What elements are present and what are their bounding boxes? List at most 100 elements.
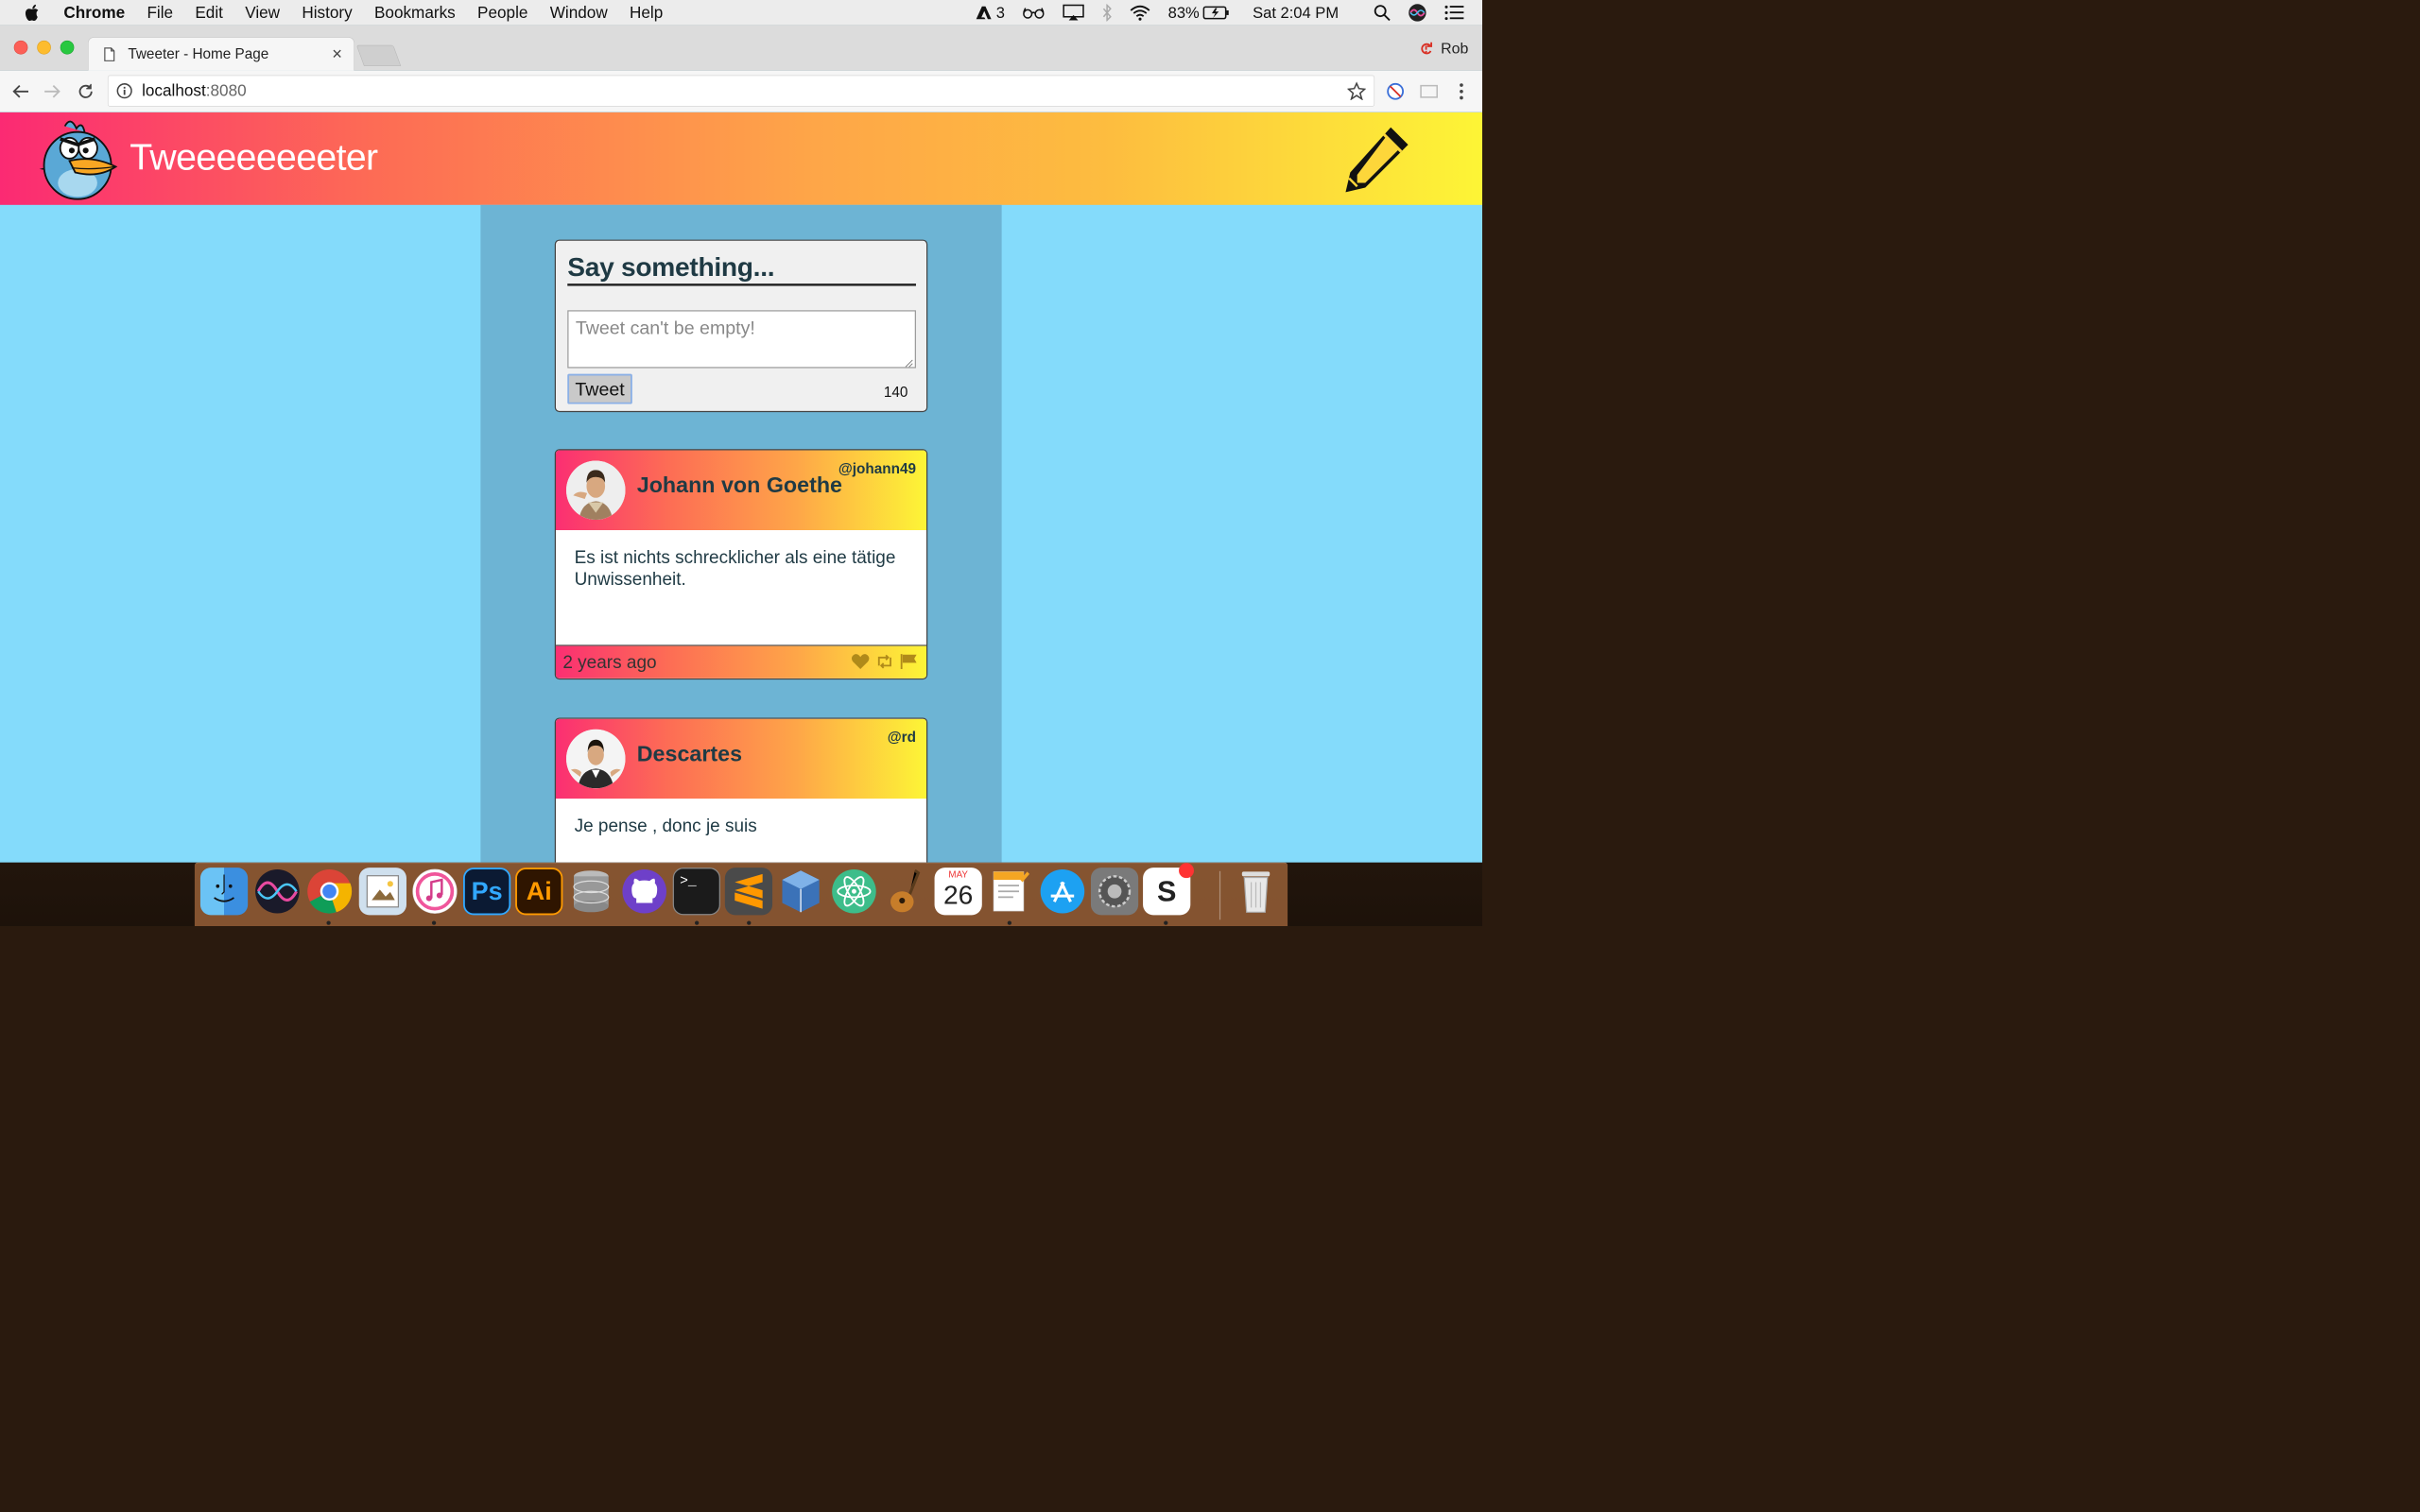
tweet-card: Descartes @rd Je pense , donc je suis bbox=[554, 717, 928, 863]
notification-badge bbox=[1179, 863, 1194, 879]
tweet-actions bbox=[851, 653, 918, 670]
retweet-icon[interactable] bbox=[875, 654, 894, 669]
battery-status[interactable]: 83% bbox=[1168, 0, 1230, 26]
bird-logo-icon bbox=[39, 120, 118, 200]
menu-help[interactable]: Help bbox=[630, 3, 663, 22]
cast-extension-icon[interactable] bbox=[1416, 78, 1442, 104]
preview-icon[interactable] bbox=[358, 868, 406, 916]
pages-icon[interactable] bbox=[987, 868, 1034, 915]
running-indicator bbox=[1164, 920, 1168, 925]
illustrator-icon[interactable]: Ai bbox=[515, 868, 563, 916]
tab-strip: Tweeter - Home Page × Rob bbox=[0, 25, 1482, 71]
new-tab-button[interactable] bbox=[355, 44, 402, 66]
page-document-icon bbox=[104, 46, 115, 61]
blocker-extension-icon[interactable] bbox=[1383, 78, 1409, 104]
avatar bbox=[566, 460, 626, 521]
apple-menu-icon[interactable] bbox=[24, 3, 43, 23]
window-minimize-button[interactable] bbox=[37, 40, 51, 55]
running-indicator bbox=[695, 920, 700, 925]
bluetooth-icon[interactable] bbox=[1102, 0, 1113, 26]
chrome-menu-icon[interactable] bbox=[1448, 78, 1474, 104]
tweet-text: Es ist nichts schrecklicher als eine tät… bbox=[556, 530, 926, 645]
menu-file[interactable]: File bbox=[147, 3, 173, 22]
tweet-footer: 2 years ago bbox=[556, 644, 926, 679]
tweet-author-handle[interactable]: @johann49 bbox=[838, 461, 916, 478]
compose-pencil-icon[interactable] bbox=[1339, 123, 1412, 197]
menu-window[interactable]: Window bbox=[550, 3, 608, 22]
tweet-author-handle[interactable]: @rd bbox=[888, 730, 916, 747]
reading-glasses-icon[interactable] bbox=[1022, 0, 1046, 26]
terminal-icon[interactable]: >_ bbox=[672, 868, 720, 916]
virtualbox-icon[interactable] bbox=[777, 868, 824, 915]
composer-heading: Say something... bbox=[567, 251, 916, 286]
running-indicator bbox=[431, 920, 437, 925]
browser-toolbar: localhost :8080 bbox=[0, 70, 1482, 112]
battery-charging-icon bbox=[1202, 6, 1229, 20]
siri-icon[interactable] bbox=[1409, 0, 1427, 26]
itunes-icon[interactable] bbox=[411, 868, 458, 915]
textarea-resize-handle[interactable] bbox=[904, 358, 914, 369]
site-info-icon[interactable] bbox=[116, 83, 132, 99]
site-title: Tweeeeeeeeter bbox=[130, 135, 378, 179]
database-icon[interactable] bbox=[567, 868, 614, 915]
url-port: :8080 bbox=[205, 81, 247, 100]
tab-close-button[interactable]: × bbox=[332, 45, 342, 62]
profile-button[interactable]: Rob bbox=[1419, 40, 1468, 58]
tweet-author-name[interactable]: Descartes bbox=[637, 742, 742, 766]
profile-name: Rob bbox=[1441, 39, 1469, 58]
tweet-text: Je pense , donc je suis bbox=[556, 799, 926, 863]
atom-icon[interactable] bbox=[830, 868, 877, 915]
dock-separator bbox=[1219, 870, 1221, 920]
notification-center-icon[interactable] bbox=[1444, 0, 1465, 26]
tweet-input[interactable]: Tweet can't be empty! bbox=[567, 310, 916, 369]
system-preferences-icon[interactable] bbox=[1090, 868, 1139, 916]
tweet-timestamp: 2 years ago bbox=[562, 651, 657, 673]
trash-icon[interactable] bbox=[1232, 868, 1279, 915]
like-heart-icon[interactable] bbox=[851, 653, 870, 670]
adobe-cc-icon[interactable]: 3 bbox=[976, 0, 1005, 26]
tweet-author-name[interactable]: Johann von Goethe bbox=[637, 473, 842, 498]
calendar-day: 26 bbox=[943, 880, 974, 910]
menu-bookmarks[interactable]: Bookmarks bbox=[374, 3, 456, 22]
avatar bbox=[566, 729, 626, 789]
tweet-header: Johann von Goethe @johann49 bbox=[556, 450, 926, 531]
garageband-icon[interactable] bbox=[882, 868, 929, 915]
page-viewport: Tweeeeeeeeter Say something... Tweet can… bbox=[0, 112, 1482, 863]
forward-arrow-icon[interactable] bbox=[40, 78, 65, 104]
browser-window: Tweeter - Home Page × Rob localhost:808… bbox=[0, 25, 1482, 863]
bookmark-star-icon[interactable] bbox=[1346, 81, 1367, 103]
wifi-icon[interactable] bbox=[1130, 0, 1150, 26]
char-counter: 140 bbox=[883, 384, 908, 401]
app-store-icon[interactable] bbox=[1039, 868, 1086, 915]
report-flag-icon[interactable] bbox=[900, 653, 919, 670]
menu-edit[interactable]: Edit bbox=[195, 3, 223, 22]
menu-history[interactable]: History bbox=[302, 3, 352, 22]
window-zoom-button[interactable] bbox=[60, 40, 75, 55]
window-close-button[interactable] bbox=[13, 40, 28, 55]
url-host: localhost bbox=[142, 81, 206, 100]
tweet-header: Descartes @rd bbox=[556, 718, 926, 799]
github-desktop-icon[interactable] bbox=[621, 868, 668, 915]
sublime-text-icon[interactable] bbox=[724, 868, 773, 916]
menu-clock[interactable]: Sat 2:04 PM bbox=[1253, 4, 1339, 22]
tweet-card: Johann von Goethe @johann49 Es ist nicht… bbox=[554, 449, 928, 680]
finder-icon[interactable] bbox=[199, 868, 249, 916]
menu-view[interactable]: View bbox=[245, 3, 280, 22]
calendar-icon[interactable]: MAY 26 bbox=[934, 868, 982, 916]
siri-icon[interactable] bbox=[253, 868, 301, 915]
menu-app-chrome[interactable]: Chrome bbox=[63, 3, 125, 22]
reload-icon[interactable] bbox=[73, 78, 98, 104]
tweet-submit-button[interactable]: Tweet bbox=[567, 373, 632, 404]
slack-icon[interactable]: S bbox=[1143, 863, 1194, 916]
chrome-icon[interactable] bbox=[305, 868, 353, 915]
site-header: Tweeeeeeeeter bbox=[0, 112, 1482, 205]
tab-title: Tweeter - Home Page bbox=[128, 45, 269, 62]
main-column: Say something... Tweet can't be empty! T… bbox=[480, 204, 1002, 863]
menu-people[interactable]: People bbox=[477, 3, 527, 22]
tab-tweeter-home[interactable]: Tweeter - Home Page × bbox=[88, 37, 354, 71]
airplay-icon[interactable] bbox=[1063, 0, 1084, 26]
back-arrow-icon[interactable] bbox=[9, 78, 34, 104]
address-bar[interactable]: localhost :8080 bbox=[107, 75, 1375, 107]
photoshop-icon[interactable]: Ps bbox=[463, 868, 511, 916]
spotlight-search-icon[interactable] bbox=[1374, 0, 1391, 26]
